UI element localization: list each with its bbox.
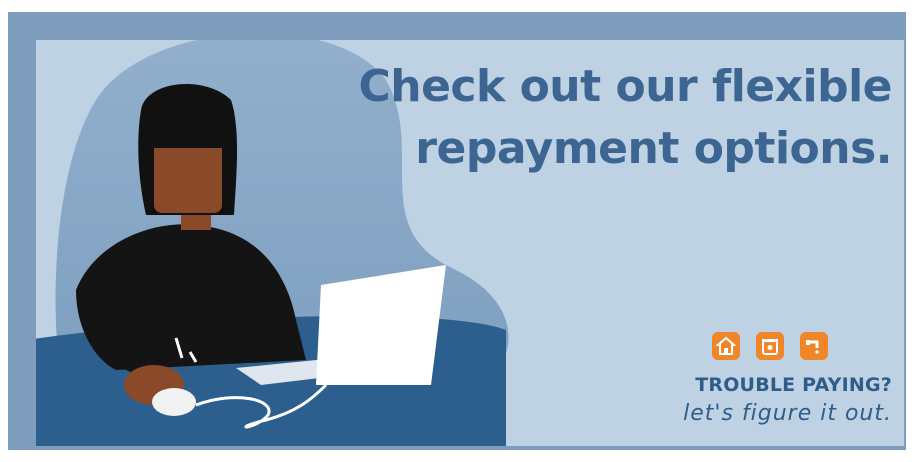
headline-line-2: repayment options. bbox=[415, 123, 892, 174]
laptop-screen bbox=[316, 265, 446, 385]
trash-can-icon bbox=[756, 332, 784, 360]
tagline-sub: let's figure it out. bbox=[683, 401, 892, 426]
headline-line-1: Check out our flexible bbox=[358, 61, 892, 112]
headline: Check out our flexible repayment options… bbox=[272, 56, 892, 180]
ad-panel: Check out our flexible repayment options… bbox=[36, 40, 904, 446]
house-icon bbox=[712, 332, 740, 360]
mouse bbox=[152, 388, 196, 416]
service-icons bbox=[712, 332, 828, 362]
faucet-icon bbox=[800, 332, 828, 360]
tagline-title: TROUBLE PAYING? bbox=[695, 374, 892, 396]
